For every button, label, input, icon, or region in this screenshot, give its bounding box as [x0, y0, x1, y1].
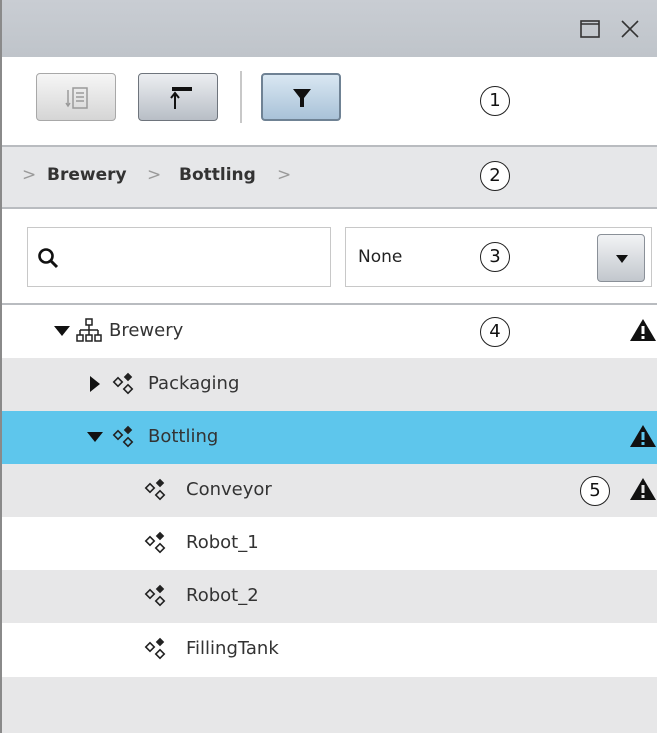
filter-icon — [293, 89, 311, 107]
object-icon — [112, 372, 134, 395]
warning-icon — [630, 319, 656, 341]
go-to-top-icon — [170, 87, 192, 109]
breadcrumb: > Brewery > Bottling > 2 — [2, 147, 657, 209]
callout-4: 4 — [480, 317, 510, 347]
collapsed-triangle-icon[interactable] — [86, 375, 104, 393]
tree-row-robot-2[interactable]: Robot_2 — [2, 570, 657, 623]
go-to-top-button[interactable] — [138, 73, 218, 121]
filter-button[interactable] — [261, 73, 341, 121]
search-input[interactable] — [27, 227, 331, 287]
close-icon[interactable] — [617, 16, 643, 42]
breadcrumb-separator-icon[interactable]: > — [277, 165, 291, 185]
callout-3: 3 — [480, 242, 510, 272]
tree-row-bottling[interactable]: Bottling — [2, 411, 657, 464]
chevron-down-icon — [616, 255, 628, 263]
dropdown-button[interactable] — [597, 234, 645, 282]
collapse-all-icon — [65, 87, 88, 109]
maximize-icon[interactable] — [577, 16, 603, 42]
object-icon — [112, 425, 134, 448]
callout-2: 2 — [480, 161, 510, 191]
tree-row-robot-1[interactable]: Robot_1 — [2, 517, 657, 570]
tree-row-label: FillingTank — [186, 638, 279, 659]
tree-row-label: Packaging — [148, 373, 240, 394]
warning-icon — [630, 425, 656, 447]
tree-empty-area — [2, 677, 657, 733]
breadcrumb-item-bottling[interactable]: Bottling — [179, 165, 256, 185]
collapse-all-button[interactable] — [36, 73, 116, 121]
expanded-triangle-icon[interactable] — [53, 322, 71, 340]
title-bar — [2, 0, 657, 57]
breadcrumb-separator-icon: > — [147, 165, 162, 185]
object-icon — [144, 637, 166, 660]
tree-row-label: Brewery — [109, 320, 184, 341]
object-icon — [144, 584, 166, 607]
tree-row-label: Bottling — [148, 426, 219, 447]
tree-row-label: Robot_1 — [186, 532, 259, 553]
callout-1: 1 — [480, 86, 510, 116]
project-navigator-panel: 1 > Brewery > Bottling > 2 None 3 Brewer… — [0, 0, 657, 733]
dropdown-value: None — [358, 247, 403, 267]
tree-row-conveyor[interactable]: Conveyor 5 — [2, 464, 657, 517]
object-icon — [144, 531, 166, 554]
warning-icon — [630, 478, 656, 500]
search-icon — [38, 248, 59, 269]
expanded-triangle-icon[interactable] — [86, 428, 104, 446]
tree-row-label: Robot_2 — [186, 585, 259, 606]
tree-row-packaging[interactable]: Packaging — [2, 358, 657, 411]
breadcrumb-separator-icon: > — [22, 165, 37, 185]
breadcrumb-item-brewery[interactable]: Brewery — [47, 165, 127, 185]
hierarchy-icon — [76, 318, 102, 342]
callout-5: 5 — [580, 476, 610, 506]
filter-row: None 3 — [2, 209, 657, 305]
tree-row-label: Conveyor — [186, 479, 272, 500]
object-icon — [144, 478, 166, 501]
tree-row-filling-tank[interactable]: FillingTank — [2, 623, 657, 676]
toolbar-separator — [240, 71, 242, 123]
toolbar: 1 — [2, 57, 657, 147]
tree-row-brewery[interactable]: Brewery 4 — [2, 305, 657, 358]
